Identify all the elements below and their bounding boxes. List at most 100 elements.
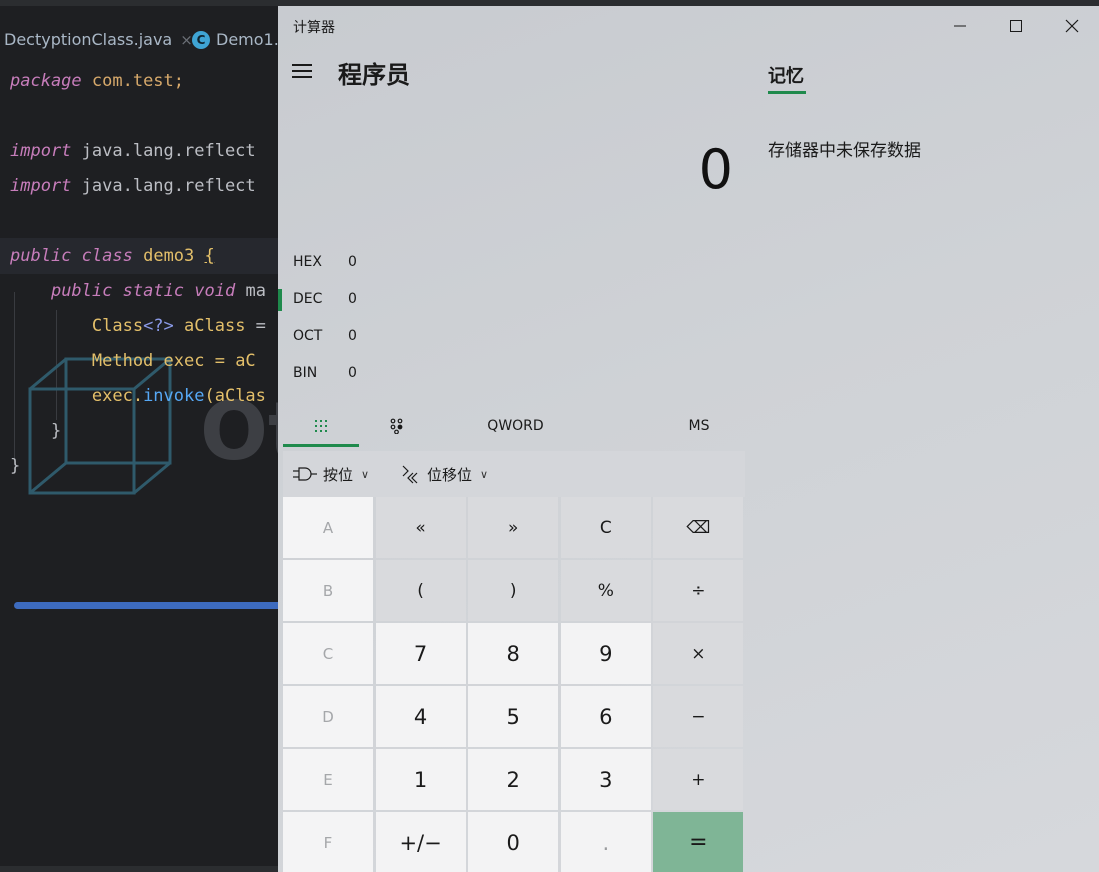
key-clear[interactable]: C bbox=[560, 497, 651, 558]
key-a[interactable]: A bbox=[283, 497, 373, 558]
ide-tab-bar: DectyptionClass.java × C Demo1.j bbox=[0, 6, 285, 64]
key-label: ÷ bbox=[691, 580, 706, 601]
key-label: C bbox=[322, 644, 334, 663]
radix-hex[interactable]: HEX 0 bbox=[278, 244, 478, 281]
calculator-window: 计算器 程序员 0 HEX 0 DEC 0 OCT 0 BIN 0 QWORD … bbox=[278, 6, 1099, 872]
key-7[interactable]: 7 bbox=[375, 623, 466, 684]
hamburger-icon-bar bbox=[292, 64, 312, 66]
key-1[interactable]: 1 bbox=[375, 749, 466, 810]
code-line[interactable]: package com.test; bbox=[10, 64, 184, 99]
key-open-paren[interactable]: ( bbox=[375, 560, 466, 621]
code-token: import bbox=[10, 141, 72, 161]
key-minus[interactable]: − bbox=[653, 686, 744, 747]
key-divide[interactable]: ÷ bbox=[653, 560, 744, 621]
key-percent[interactable]: % bbox=[560, 560, 651, 621]
key-3[interactable]: 3 bbox=[560, 749, 651, 810]
code-line[interactable]: } bbox=[10, 414, 61, 449]
key-label: 1 bbox=[413, 767, 428, 792]
key-label: 3 bbox=[599, 767, 613, 792]
key-label: C bbox=[599, 517, 612, 538]
result-display: 0 bbox=[278, 116, 733, 216]
tab-full-keypad[interactable] bbox=[283, 404, 359, 448]
chevron-down-icon: ∨ bbox=[480, 467, 489, 481]
title-bar[interactable]: 计算器 bbox=[278, 6, 1099, 46]
key-d[interactable]: D bbox=[283, 686, 373, 747]
code-line[interactable]: exec.invoke(aClas bbox=[10, 379, 266, 414]
code-line[interactable]: public static void ma bbox=[10, 274, 266, 309]
code-token: = aC bbox=[214, 351, 256, 371]
memory-tab[interactable]: 记忆 bbox=[768, 62, 804, 88]
key-label: 4 bbox=[413, 704, 428, 729]
maximize-icon bbox=[1010, 20, 1022, 32]
code-token: java.lang.reflect bbox=[71, 141, 256, 161]
code-line[interactable]: public class demo3 { bbox=[10, 239, 215, 274]
key-2[interactable]: 2 bbox=[468, 749, 559, 810]
key-label: 6 bbox=[599, 704, 613, 729]
bitwise-dropdown[interactable]: 按位 ∨ bbox=[293, 451, 369, 497]
radix-label: DEC bbox=[293, 291, 323, 307]
tab-bit-toggling[interactable] bbox=[362, 404, 432, 448]
code-token: } bbox=[10, 421, 62, 441]
code-token: ma bbox=[235, 281, 266, 301]
code-line[interactable]: } bbox=[10, 449, 20, 484]
key-0[interactable]: 0 bbox=[468, 812, 559, 872]
bit-shift-icon bbox=[402, 465, 418, 484]
navigation-menu-button[interactable] bbox=[292, 64, 314, 80]
app-title: 计算器 bbox=[293, 20, 335, 36]
key-label: ) bbox=[509, 580, 517, 601]
bitshift-dropdown[interactable]: 位移位 ∨ bbox=[401, 451, 488, 497]
key-plus[interactable]: + bbox=[653, 749, 744, 810]
key-label: +/− bbox=[399, 830, 442, 855]
key-label: % bbox=[597, 580, 614, 601]
code-token: (aClas bbox=[204, 386, 266, 406]
key-9[interactable]: 9 bbox=[560, 623, 651, 684]
active-radix-indicator bbox=[278, 289, 282, 311]
word-size-button[interactable]: QWORD bbox=[458, 404, 573, 448]
code-token: exec bbox=[153, 351, 215, 371]
key-c-hex[interactable]: C bbox=[283, 623, 373, 684]
key-6[interactable]: 6 bbox=[560, 686, 651, 747]
key-shift-right[interactable]: » bbox=[468, 497, 559, 558]
key-decimal[interactable]: . bbox=[560, 812, 651, 872]
maximize-button[interactable] bbox=[988, 6, 1044, 46]
active-tab-indicator bbox=[283, 444, 359, 447]
code-token: void bbox=[194, 281, 236, 301]
bit-toggle-icon bbox=[390, 418, 403, 434]
tab-close-icon[interactable]: × bbox=[180, 31, 193, 49]
radix-dec[interactable]: DEC 0 bbox=[278, 281, 478, 318]
key-label: 0 bbox=[506, 830, 520, 855]
key-e[interactable]: E bbox=[283, 749, 373, 810]
memory-store-button[interactable]: MS bbox=[668, 404, 730, 448]
key-label: « bbox=[415, 517, 426, 538]
code-line[interactable]: import java.lang.reflect bbox=[10, 134, 256, 169]
chevron-down-icon: ∨ bbox=[361, 467, 370, 481]
key-multiply[interactable]: × bbox=[653, 623, 744, 684]
key-5[interactable]: 5 bbox=[468, 686, 559, 747]
key-f[interactable]: F bbox=[283, 812, 373, 872]
key-4[interactable]: 4 bbox=[375, 686, 466, 747]
code-line[interactable]: import java.lang.reflect bbox=[10, 169, 256, 204]
key-negate[interactable]: +/− bbox=[375, 812, 466, 872]
ide-tab-dectyption[interactable]: DectyptionClass.java × bbox=[4, 30, 193, 49]
ide-tab-demo1[interactable]: C Demo1.j bbox=[192, 30, 283, 49]
key-close-paren[interactable]: ) bbox=[468, 560, 559, 621]
minimize-button[interactable] bbox=[932, 6, 988, 46]
key-shift-left[interactable]: « bbox=[375, 497, 466, 558]
code-line[interactable]: Method exec = aC bbox=[10, 344, 256, 379]
key-backspace[interactable]: ⌫ bbox=[653, 497, 744, 558]
key-equals[interactable]: = bbox=[653, 812, 744, 872]
radix-oct[interactable]: OCT 0 bbox=[278, 318, 478, 355]
code-token: { bbox=[204, 246, 215, 266]
bitwise-label: 按位 bbox=[323, 465, 354, 484]
code-token: class bbox=[81, 246, 133, 266]
key-8[interactable]: 8 bbox=[468, 623, 559, 684]
key-label: E bbox=[323, 770, 333, 789]
key-label: 2 bbox=[506, 767, 520, 792]
key-b[interactable]: B bbox=[283, 560, 373, 621]
close-button[interactable] bbox=[1044, 6, 1099, 46]
code-line[interactable]: Class<?> aClass = bbox=[10, 309, 266, 344]
radix-bin[interactable]: BIN 0 bbox=[278, 355, 478, 392]
